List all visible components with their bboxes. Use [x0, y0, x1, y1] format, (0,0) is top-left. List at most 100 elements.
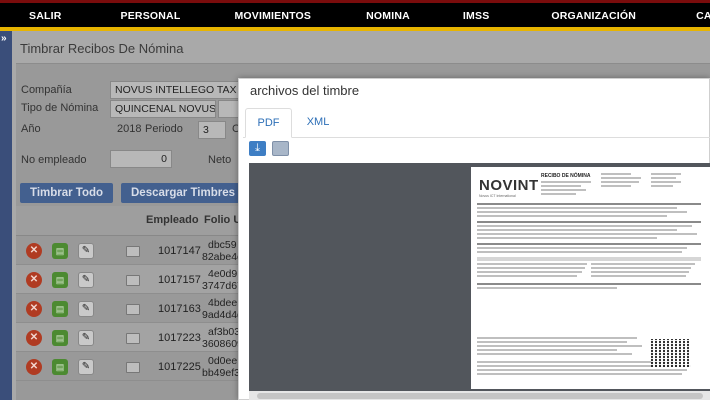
row-checkbox[interactable]	[126, 275, 140, 286]
pdf-page: NOVINT Novus ICT International RECIBO DE…	[471, 167, 710, 389]
nav-item-organizaci-n[interactable]: ORGANIZACIÓN	[551, 10, 636, 22]
delete-icon[interactable]: ✕	[26, 272, 42, 288]
receipt-text-line	[541, 189, 586, 191]
company-select[interactable]: NOVUS INTELLEGO TAX R	[110, 81, 240, 99]
folio-line-1: 4bdee	[208, 297, 238, 309]
stamp-document-icon[interactable]: ▤	[52, 243, 68, 259]
folio-line-2: 3608609	[202, 338, 243, 350]
employee-number-input[interactable]: 0	[110, 150, 172, 168]
stamp-document-icon[interactable]: ▤	[52, 272, 68, 288]
receipt-text-line	[477, 345, 642, 347]
receipt-text-line	[651, 173, 681, 175]
receipt-text-line	[651, 185, 673, 187]
receipt-text-line	[477, 207, 677, 209]
edit-pencil-icon[interactable]: ✎	[78, 359, 94, 375]
double-chevron-right-icon: »	[1, 33, 7, 44]
nav-item-nomina[interactable]: NOMINA	[366, 10, 410, 22]
stamp-document-icon[interactable]: ▤	[52, 301, 68, 317]
receipt-heading: RECIBO DE NÓMINA	[541, 173, 591, 179]
receipt-text-line	[591, 271, 689, 273]
receipt-text-line	[477, 353, 632, 355]
modal-title: archivos del timbre	[250, 83, 360, 98]
stamp-document-icon[interactable]: ▤	[52, 359, 68, 375]
delete-icon[interactable]: ✕	[26, 301, 42, 317]
employee-cell: 1017147	[158, 245, 201, 257]
stamp-all-button[interactable]: Timbrar Todo	[20, 183, 114, 203]
receipt-text-line	[477, 349, 617, 351]
receipt-text-line	[477, 221, 701, 223]
delete-icon[interactable]: ✕	[26, 330, 42, 346]
tab-xml[interactable]: XML	[303, 108, 333, 138]
page-title: Timbrar Recibos De Nómina	[20, 41, 184, 56]
employee-cell: 1017223	[158, 332, 201, 344]
nav-item-capital-humano[interactable]: CAPITAL HUMANO	[696, 10, 710, 22]
row-checkbox[interactable]	[126, 333, 140, 344]
top-navigation: SALIR PERSONAL MOVIMIENTOS NOMINA IMSS ORGANI…	[0, 0, 710, 30]
receipt-text-line	[541, 185, 581, 187]
nav-item-salir[interactable]: SALIR	[29, 10, 62, 22]
receipt-text-line	[601, 185, 631, 187]
receipt-text-line	[651, 177, 676, 179]
receipt-text-line	[477, 225, 692, 227]
qr-code-overlay	[651, 339, 691, 367]
logo-text: NOVINT	[479, 177, 539, 194]
receipt-text-line	[477, 361, 677, 363]
folio-line-1: af3b03	[208, 326, 241, 338]
delete-icon[interactable]: ✕	[26, 359, 42, 375]
folio-line-1: 0d0ee	[208, 355, 238, 367]
folio-line-2: bb49ef3	[202, 367, 240, 379]
stamp-files-modal: archivos del timbre PDF XML ⤓ NOVINT Nov…	[238, 78, 710, 400]
email-icon[interactable]	[272, 141, 289, 156]
receipt-text-line	[477, 211, 687, 213]
folio-line-2: 82abe4c	[202, 251, 243, 263]
receipt-text-line	[591, 275, 686, 277]
row-checkbox[interactable]	[126, 362, 140, 373]
edit-pencil-icon[interactable]: ✎	[78, 272, 94, 288]
edit-pencil-icon[interactable]: ✎	[78, 243, 94, 259]
payroll-type-extra-select[interactable]	[218, 100, 240, 118]
edit-pencil-icon[interactable]: ✎	[78, 330, 94, 346]
receipt-text-line	[477, 229, 677, 231]
logo-subtitle: Novus ICT International	[479, 194, 516, 198]
nav-item-imss[interactable]: IMSS	[463, 10, 489, 22]
net-label: Neto	[208, 154, 232, 166]
receipt-text-line	[651, 181, 681, 183]
header-folio: Folio U	[204, 214, 242, 226]
sidebar-toggle[interactable]: »	[0, 31, 12, 400]
receipt-text-line	[477, 251, 682, 253]
horizontal-scrollbar[interactable]	[249, 391, 710, 400]
employee-number-label: No empleado	[21, 154, 87, 166]
download-stamps-button[interactable]: Descargar Timbres	[121, 183, 245, 203]
stamp-document-icon[interactable]: ▤	[52, 330, 68, 346]
edit-pencil-icon[interactable]: ✎	[78, 301, 94, 317]
receipt-text-line	[591, 263, 695, 265]
scrollbar-thumb[interactable]	[257, 393, 703, 399]
receipt-text-line	[477, 237, 657, 239]
row-checkbox[interactable]	[126, 304, 140, 315]
receipt-text-line	[477, 203, 701, 205]
folio-line-2: 3747d67	[202, 280, 243, 292]
receipt-text-line	[601, 173, 631, 175]
receipt-text-line	[477, 283, 701, 285]
receipt-text-line	[477, 373, 682, 375]
pdf-viewer[interactable]: NOVINT Novus ICT International RECIBO DE…	[249, 163, 710, 400]
receipt-text-line	[477, 337, 637, 339]
company-logo: NOVINT	[479, 177, 539, 194]
tab-pdf[interactable]: PDF	[245, 108, 292, 138]
employee-cell: 1017163	[158, 303, 201, 315]
period-label: Periodo	[145, 123, 183, 135]
delete-icon[interactable]: ✕	[26, 243, 42, 259]
receipt-text-line	[477, 263, 587, 265]
download-icon[interactable]: ⤓	[249, 141, 266, 156]
row-checkbox[interactable]	[126, 246, 140, 257]
receipt-text-line	[477, 233, 697, 235]
payroll-type-select[interactable]: QUINCENAL NOVUS	[110, 100, 216, 118]
period-select[interactable]: 3	[198, 121, 226, 139]
nav-item-personal[interactable]: PERSONAL	[121, 10, 181, 22]
nav-item-movimientos[interactable]: MOVIMIENTOS	[234, 10, 311, 22]
receipt-text-line	[477, 287, 617, 289]
nav-items: SALIR PERSONAL MOVIMIENTOS NOMINA IMSS ORGANI…	[0, 3, 710, 28]
receipt-text-line	[477, 369, 687, 371]
receipt-text-line	[541, 181, 591, 183]
receipt-text-line	[541, 193, 576, 195]
